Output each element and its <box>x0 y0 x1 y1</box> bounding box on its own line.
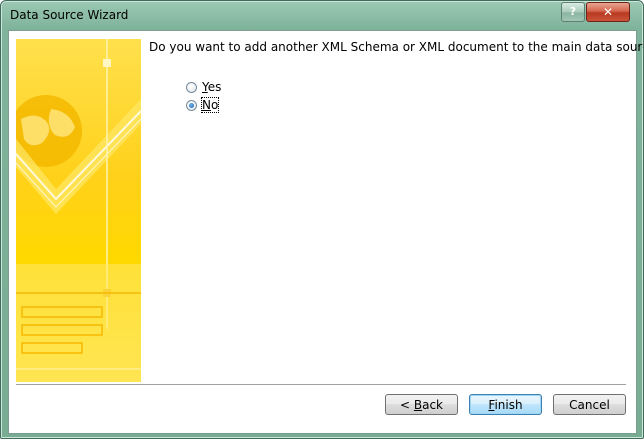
dialog-content: Do you want to add another XML Schema or… <box>8 30 643 434</box>
dialog-window: Data Source Wizard ? ✕ Do you want to ad… <box>0 0 644 439</box>
button-separator <box>16 384 626 386</box>
banner-graphic <box>16 39 141 382</box>
help-button[interactable]: ? <box>561 2 585 22</box>
back-button[interactable]: < Back <box>385 394 458 415</box>
window-title: Data Source Wizard <box>10 8 129 22</box>
option-no[interactable]: No <box>186 97 220 113</box>
finish-button[interactable]: Finish <box>469 394 542 415</box>
close-button[interactable]: ✕ <box>586 2 630 22</box>
radio-yes-label[interactable]: Yes <box>202 80 221 94</box>
option-yes[interactable]: Yes <box>186 79 221 95</box>
radio-yes[interactable] <box>186 81 197 93</box>
wizard-banner-image <box>16 39 141 382</box>
radio-no[interactable] <box>186 99 197 111</box>
wizard-question: Do you want to add another XML Schema or… <box>149 40 644 54</box>
radio-no-label[interactable]: No <box>200 97 220 113</box>
title-bar[interactable]: Data Source Wizard ? ✕ <box>1 1 643 29</box>
cancel-button[interactable]: Cancel <box>553 394 626 415</box>
